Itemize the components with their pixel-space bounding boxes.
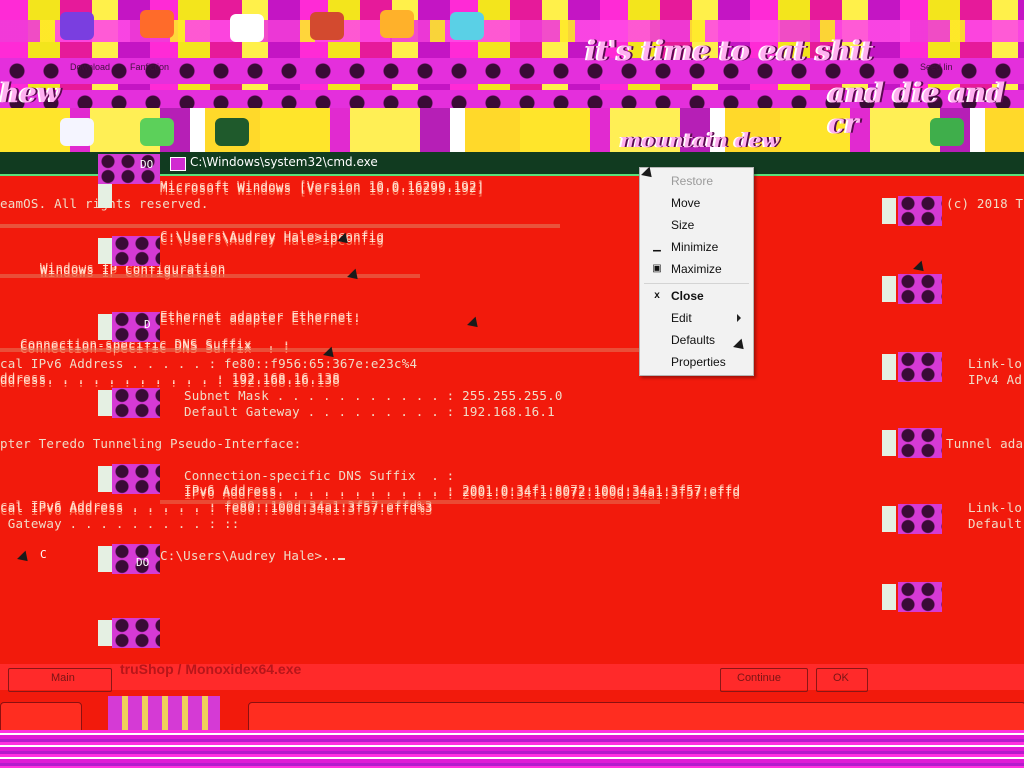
desktop-icon-label: Fanfiction — [130, 62, 170, 72]
desktop-app-icon[interactable] — [215, 118, 249, 146]
menu-item-minimize[interactable]: ▁ Minimize — [640, 237, 753, 257]
desktop-app-icon[interactable] — [310, 12, 344, 40]
glitch-label: C — [40, 548, 47, 561]
glitch-bottom-stripes — [0, 730, 1024, 768]
menu-separator — [644, 283, 749, 284]
mouse-cursor-icon — [467, 316, 482, 332]
glitch-strip — [112, 312, 160, 342]
console-line: Subnet Mask . . . . . . . . . . . : 255.… — [184, 388, 563, 403]
console-line: Microsoft Windows [Version 10.0.16299.19… — [160, 180, 485, 195]
glitch-block — [882, 430, 896, 456]
glitch-block — [98, 620, 112, 646]
menu-item-edit[interactable]: Edit — [640, 308, 753, 328]
glitch-wallpaper-text: and die and cr — [828, 78, 1006, 140]
console-line-fragment: IPv4 Ad — [968, 372, 1023, 387]
glitch-block — [98, 314, 112, 340]
menu-item-size[interactable]: Size — [640, 215, 753, 235]
console-line: Ethernet adapter Ethernet: — [160, 310, 361, 325]
glitch-wallpaper-text: it's time to eat shit — [586, 36, 874, 67]
glitch-smear — [0, 348, 640, 352]
desktop-app-icon[interactable] — [450, 12, 484, 40]
mouse-cursor-icon — [17, 550, 32, 566]
glitch-label: DO — [136, 556, 150, 569]
desktop-app-icon[interactable] — [140, 118, 174, 146]
glitch-strip — [898, 582, 942, 612]
glitch-wallpaper-text: mountain dew — [620, 128, 779, 152]
console-line-fragment: Link-lo — [968, 356, 1023, 371]
glitch-wallpaper-text: hew — [0, 78, 61, 109]
glitch-strip — [898, 352, 942, 382]
console-line: pter Teredo Tunneling Pseudo-Interface: — [0, 436, 302, 451]
glitch-label: DO — [140, 158, 154, 171]
cmd-window[interactable]: C:\Windows\system32\cmd.exe Microsoft Wi… — [0, 152, 1024, 664]
glitch-block — [882, 584, 896, 610]
glitch-block — [882, 354, 896, 380]
console-line: cal IPv6 Address . . . . . : fe80::f956:… — [0, 356, 418, 371]
glitch-smear — [0, 224, 560, 228]
console-line-fragment: Default — [968, 516, 1023, 531]
mouse-cursor-icon — [347, 268, 362, 284]
glitch-strip — [112, 388, 160, 418]
desktop-app-icon[interactable] — [60, 118, 94, 146]
glitch-strip — [898, 196, 942, 226]
menu-item-close[interactable]: x Close — [640, 286, 753, 306]
console-prompt[interactable]: C:\Users\Audrey Hale>.. — [160, 548, 345, 563]
desktop-icon-label: Seed lin — [920, 62, 953, 72]
cmd-app-icon[interactable] — [170, 157, 186, 171]
continue-button[interactable]: Continue — [720, 668, 808, 692]
glitch-strip — [112, 236, 160, 266]
close-icon: x — [654, 290, 660, 301]
console-line-fragment: Tunnel ada — [946, 436, 1024, 451]
glitch-strip — [898, 504, 942, 534]
glitch-block — [98, 238, 112, 264]
submenu-arrow-icon — [737, 314, 741, 322]
app-breadcrumb: truShop / Monoxidex64.exe — [120, 661, 302, 677]
menu-item-move[interactable]: Move — [640, 193, 753, 213]
glitch-strip — [898, 274, 942, 304]
menu-item-restore[interactable]: Restore — [640, 171, 753, 191]
console-line-fragment: (c) 2018 T — [946, 196, 1024, 211]
minimize-icon: ▁ — [653, 241, 661, 252]
menu-item-properties[interactable]: Properties — [640, 352, 753, 372]
console-line: IPv6 Address. . . . . . . . . . . : 2001… — [184, 484, 741, 499]
glitch-strip — [112, 464, 160, 494]
text-cursor — [337, 558, 345, 560]
prompt-text: C:\Users\Audrey Hale> — [160, 548, 323, 563]
console-line: ddress. . . . . . . . . . . : 192.168.16… — [0, 372, 340, 387]
glitch-block — [98, 182, 112, 208]
glitch-smear — [160, 500, 660, 504]
console-line: Gateway . . . . . . . . . : :: — [0, 516, 240, 531]
desktop-app-icon[interactable] — [380, 10, 414, 38]
main-dropdown-button[interactable]: Main — [8, 668, 112, 692]
desktop-app-icon[interactable] — [60, 12, 94, 40]
glitch-block — [98, 390, 112, 416]
glitch-strip — [112, 618, 160, 648]
glitch-strip — [108, 696, 220, 730]
glitch-block — [882, 276, 896, 302]
glitch-block — [98, 466, 112, 492]
desktop-app-icon[interactable] — [140, 10, 174, 38]
glitch-strip — [898, 428, 942, 458]
maximize-icon: ▣ — [652, 263, 662, 274]
glitch-block — [98, 546, 112, 572]
cmd-window-title: C:\Windows\system32\cmd.exe — [190, 155, 378, 169]
glitch-block — [882, 198, 896, 224]
console-line: Default Gateway . . . . . . . . . : 192.… — [184, 404, 555, 419]
menu-item-maximize[interactable]: ▣ Maximize — [640, 259, 753, 279]
ok-button[interactable]: OK — [816, 668, 868, 692]
console-line: Connection-specific DNS Suffix . : — [184, 468, 455, 483]
glitch-label: D — [144, 318, 151, 331]
desktop-app-icon[interactable] — [230, 14, 264, 42]
console-line-fragment: Link-lo — [968, 500, 1023, 515]
desktop-icon-label: Download — [70, 62, 111, 72]
glitch-block — [882, 506, 896, 532]
